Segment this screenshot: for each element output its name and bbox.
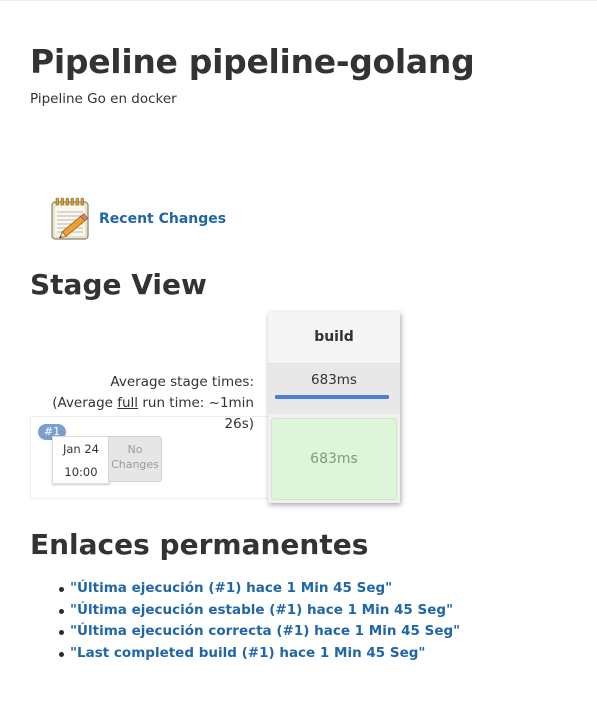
list-item: "Last completed build (#1) hace 1 Min 45… [52,645,460,667]
notepad-pencil-icon[interactable] [49,197,94,241]
list-item: "Última ejecución estable (#1) hace 1 Mi… [52,602,460,624]
permalink-last-successful-build[interactable]: "Última ejecución correcta (#1) hace 1 M… [70,623,460,639]
permalinks-list: "Última ejecución (#1) hace 1 Min 45 Seg… [52,580,460,666]
average-stage-times-text: Average stage times: [110,374,254,390]
list-item: "Última ejecución correcta (#1) hace 1 M… [52,623,460,645]
list-item: "Última ejecución (#1) hace 1 Min 45 Seg… [52,580,460,602]
run-changes-box[interactable]: No Changes [108,436,162,482]
stage-header-build[interactable]: build [268,312,400,364]
changes-line-1: No [127,443,143,456]
recent-changes-link[interactable]: Recent Changes [99,211,226,227]
permalinks-heading: Enlaces permanentes [30,528,369,561]
average-full-run-time-text: (Average full run time: ~1min [14,393,254,414]
run-date-box[interactable]: Jan 24 10:00 [52,436,110,484]
permalink-last-completed-build[interactable]: "Last completed build (#1) hace 1 Min 45… [70,645,425,661]
page-title: Pipeline pipeline-golang [30,42,475,81]
permalink-last-stable-build[interactable]: "Última ejecución estable (#1) hace 1 Mi… [70,602,453,618]
top-divider [0,0,597,1]
run-date: Jan 24 [62,442,100,456]
avg-full-suffix: run time: ~1min [138,395,254,411]
stage-view-heading: Stage View [30,268,207,301]
stage-average-build: 683ms [268,364,400,414]
permalink-last-build[interactable]: "Última ejecución (#1) hace 1 Min 45 Seg… [70,580,392,596]
changes-line-2: Changes [111,458,159,471]
stage-average-time: 683ms [311,372,357,388]
avg-full-word: full [117,395,139,411]
page-description: Pipeline Go en docker [30,91,177,107]
stage-average-progress-bar [275,395,389,399]
stage-cell-build-run-1[interactable]: 683ms [271,418,397,500]
stage-column-build: build 683ms 683ms [268,312,400,503]
avg-full-prefix: (Average [52,395,118,411]
run-time: 10:00 [64,465,98,479]
